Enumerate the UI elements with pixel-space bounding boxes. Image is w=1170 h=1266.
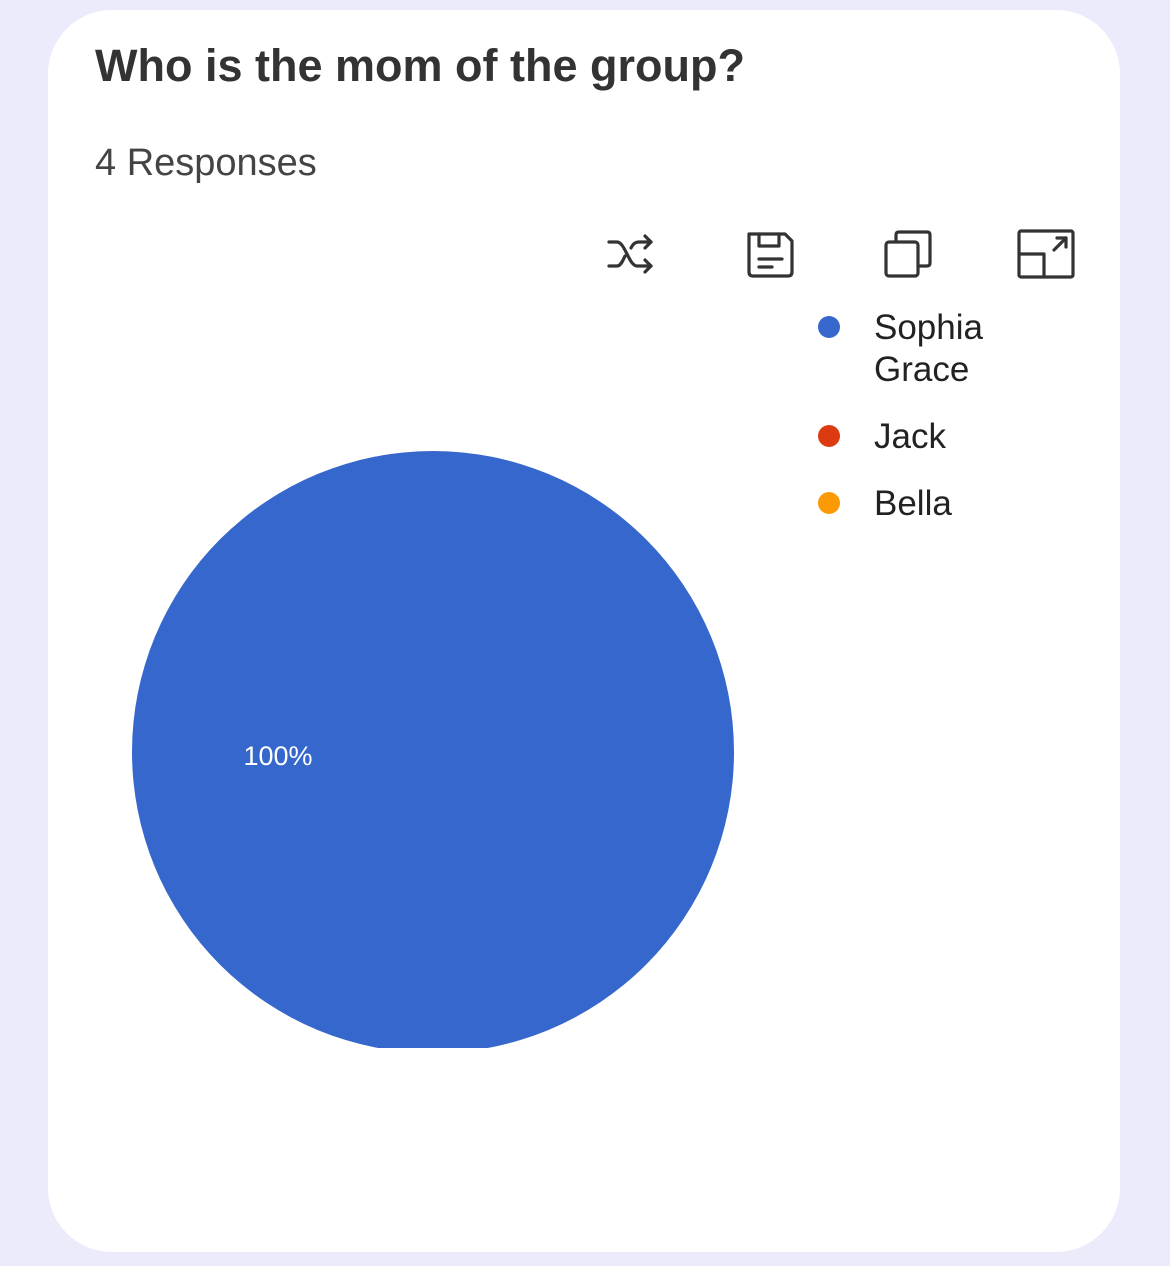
expand-icon: [1017, 229, 1075, 279]
legend-item-sophia-grace[interactable]: Sophia Grace: [818, 307, 1024, 391]
expand-button[interactable]: [1010, 218, 1082, 290]
legend-item-bella[interactable]: Bella: [818, 483, 1024, 525]
save-icon: [747, 232, 794, 278]
legend-label: Jack: [874, 417, 946, 456]
pie-slice-sophia-grace[interactable]: [132, 451, 734, 1048]
slice-data-label: 100%: [243, 741, 312, 771]
shuffle-button[interactable]: [595, 218, 667, 290]
legend-dot: [818, 492, 840, 514]
legend-label: Bella: [874, 484, 952, 523]
copy-icon: [884, 230, 932, 278]
legend-label: Sophia Grace: [874, 308, 983, 389]
pie-chart: 100%: [132, 451, 734, 1048]
legend-item-jack[interactable]: Jack: [818, 416, 1024, 458]
shuffle-icon: [607, 234, 653, 274]
legend-dot: [818, 316, 840, 338]
response-count: 4 Responses: [95, 142, 317, 184]
chart-card: Who is the mom of the group? 4 Responses: [48, 10, 1120, 1252]
save-button[interactable]: [734, 218, 806, 290]
legend-dot: [818, 425, 840, 447]
question-title: Who is the mom of the group?: [95, 40, 745, 91]
copy-button[interactable]: [872, 218, 944, 290]
